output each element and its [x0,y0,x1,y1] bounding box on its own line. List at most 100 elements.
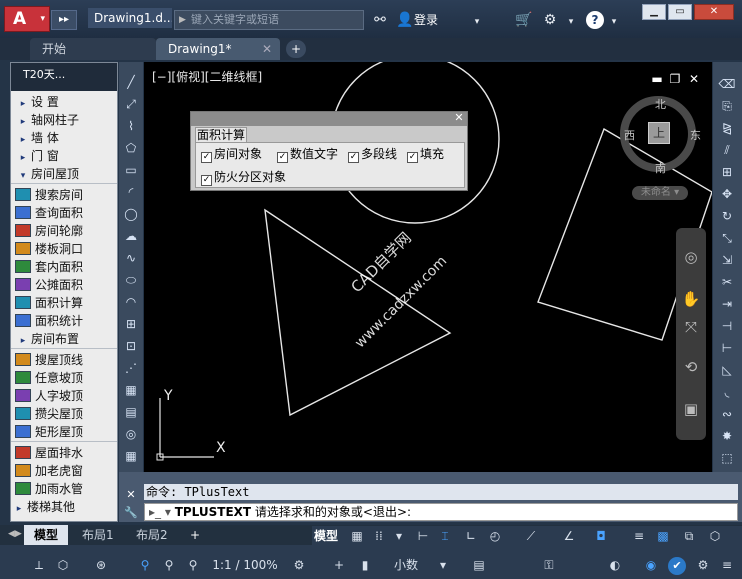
model-space-button[interactable]: 模型 [314,527,338,545]
compass-west[interactable]: 西 [624,127,635,143]
new-layout-button[interactable]: + [180,525,210,545]
hardware-acceleration-icon[interactable]: ◉ [642,555,660,575]
viewport-minimize-icon[interactable]: ▬ [650,72,664,86]
sidebar-item[interactable]: 任意坡顶 [11,369,117,387]
fillet-icon[interactable]: ◟ [716,384,738,401]
mirror-icon[interactable]: ⧎ [716,120,738,137]
chamfer-icon[interactable]: ◺ [716,362,738,379]
sidebar-item[interactable]: 面积统计 [11,312,117,330]
scale-icon[interactable]: ⤡ [716,230,738,247]
command-input[interactable]: ▸_ ▾ TPLUSTEXT 请选择求和的对象或<退出>: [144,503,738,521]
join-icon[interactable]: ⊢ [716,340,738,357]
trim-icon[interactable]: ✂ [716,274,738,291]
selection-filter-icon[interactable]: ⬡ [54,555,72,575]
extend-icon[interactable]: ⇥ [716,296,738,313]
annotation-scale-icon[interactable]: ⚲ [184,555,202,575]
array-icon[interactable]: ⊞ [716,164,738,181]
units-icon[interactable]: ▮ [356,555,374,575]
isolate-objects-icon[interactable]: ◐ [606,555,624,575]
dropdown-arrow-icon[interactable]: ▾ [564,12,578,28]
sidebar-item[interactable]: 加老虎窗 [11,462,117,480]
sidebar-item[interactable]: 房间轮廓 [11,222,117,240]
auto-scale-icon[interactable]: ⚲ [160,555,178,575]
zoom-extents-icon[interactable]: ⤧ [680,316,702,338]
tab-model[interactable]: 模型 [24,525,69,545]
blend-icon[interactable]: ∾ [716,406,738,423]
sidebar-item[interactable]: ▸ 墙 体 [11,129,117,147]
sidebar-item[interactable]: ▸ 楼梯其他 [11,498,117,516]
sidebar-item[interactable]: ▸ 房间布置 [11,330,117,348]
checkbox-hatch[interactable]: ✓ 填充 [407,146,444,163]
move-icon[interactable]: ✥ [716,186,738,203]
help-button[interactable]: ? [586,11,604,29]
compass-south[interactable]: 南 [655,160,666,176]
snap-icon[interactable]: ⁞⁞ [370,526,388,546]
construction-line-icon[interactable]: ⤢ [122,96,140,112]
cart-icon[interactable]: 🛒 [514,10,534,30]
command-close-icon[interactable]: ✕ [124,488,138,502]
viewport-close-icon[interactable]: ✕ [687,72,701,86]
erase-icon[interactable]: ⌫ [716,76,738,93]
explode-icon[interactable]: ✸ [716,428,738,445]
make-block-icon[interactable]: ⊡ [122,338,140,354]
arc-icon[interactable]: ◜ [122,184,140,200]
sidebar-item[interactable]: 套内面积 [11,258,117,276]
new-tab-button[interactable]: + [286,40,306,58]
checkbox-numeric-text[interactable]: ✓ 数值文字 [277,146,338,163]
table-icon[interactable]: ▦ [122,448,140,464]
rectangle-icon[interactable]: ▭ [122,162,140,178]
sidebar-item[interactable]: 搜屋顶线 [11,351,117,369]
annotation-monitor-icon[interactable]: + [330,555,348,575]
3d-osnap-icon[interactable]: ⬡ [706,526,724,546]
compass-east[interactable]: 东 [690,127,701,143]
sidebar-item[interactable]: 查询面积 [11,204,117,222]
ellipse-arc-icon[interactable]: ◠ [122,294,140,310]
hatch-icon[interactable]: ▦ [122,382,140,398]
osnap-icon[interactable]: ◘ [592,526,610,546]
network-icon[interactable]: ⚙ [540,10,560,30]
orbit-icon[interactable]: ⟲ [680,356,702,378]
annotation-visibility-icon[interactable]: ⚲ [136,555,154,575]
checkbox-polyline[interactable]: ✓ 多段线 [348,146,397,163]
showmotion-icon[interactable]: ▣ [680,398,702,420]
command-settings-icon[interactable]: 🔧 [124,506,138,520]
polar-icon[interactable]: ◴ [486,526,504,546]
quick-properties-icon[interactable]: ▤ [470,555,488,575]
osnap-tracking-icon[interactable]: ∠ [560,526,578,546]
checkbox-fire-zone[interactable]: ✓ 防火分区对象 [201,169,286,186]
copy-icon[interactable]: ⎘ [716,98,738,115]
user-icon[interactable]: 👤 [396,10,413,30]
dialog-titlebar[interactable] [191,112,467,126]
sidebar-item[interactable]: 屋面排水 [11,444,117,462]
application-menu-button[interactable]: A ▾ [4,6,50,32]
isodraft-icon[interactable]: ⟋ [522,526,540,546]
pan-hand-icon[interactable]: ✋ [680,288,702,310]
quick-access-expand-button[interactable]: ▸▸ [51,10,77,30]
sidebar-item[interactable]: 楼板洞口 [11,240,117,258]
dropdown-arrow-icon[interactable]: ▾ [608,12,620,28]
ucs-dropdown[interactable]: 未命名 ▾ [632,186,688,200]
gizmo-icon[interactable]: ⊛ [92,555,110,575]
insert-block-icon[interactable]: ⊞ [122,316,140,332]
units-dropdown[interactable]: 小数 [380,555,432,575]
viewport-controls-label[interactable]: [−][俯视][二维线框] [152,68,262,85]
stretch-icon[interactable]: ⇲ [716,252,738,269]
customization-icon[interactable]: ⚙ [694,555,712,575]
login-button[interactable]: 登录 [414,10,438,30]
dropdown-arrow-icon[interactable]: ▾ [470,12,484,28]
sidebar-item[interactable]: 加雨水管 [11,480,117,498]
annotation-scale-dropdown[interactable]: 1:1 / 100% [208,555,282,575]
tab-layout1[interactable]: 布局1 [72,525,124,545]
tab-area-calc[interactable]: 面积计算 [195,127,247,143]
transparency-icon[interactable]: ▩ [654,526,672,546]
tab-close-icon[interactable]: ✕ [262,38,272,60]
viewport-restore-icon[interactable]: ❐ [668,72,682,86]
dynamic-ucs-icon[interactable]: ⟂ [30,555,48,575]
sidebar-item[interactable]: 攒尖屋顶 [11,405,117,423]
steering-wheel-icon[interactable]: ◎ [680,246,702,268]
sidebar-item[interactable]: 搜索房间 [11,186,117,204]
lineweight-icon[interactable]: ≡ [630,526,648,546]
sidebar-item[interactable]: 人字坡顶 [11,387,117,405]
sidebar-item[interactable]: 矩形屋顶 [11,423,117,441]
maximize-icon[interactable]: ▭ [668,4,692,20]
